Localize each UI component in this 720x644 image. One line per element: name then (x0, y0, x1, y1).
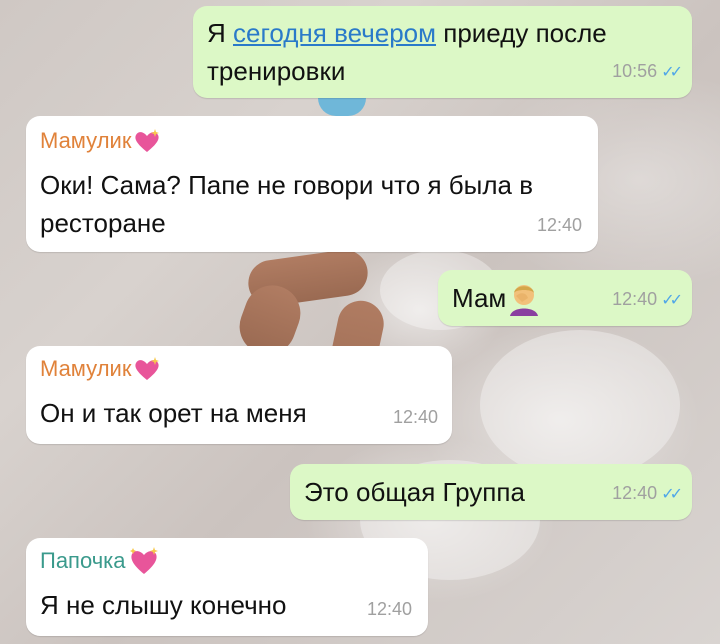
sender-name: Мамулик (40, 126, 161, 156)
message-time: 10:56 (612, 61, 658, 81)
message-time: 12:40 (366, 599, 412, 619)
message-text: Я не слышу конечно (40, 590, 287, 620)
read-ticks-icon: ✓✓ (661, 64, 683, 81)
read-ticks-icon: ✓✓ (661, 486, 683, 503)
face-palm-icon (506, 280, 542, 316)
message-text: Он и так орет на меня (40, 398, 307, 428)
sparkling-heart-icon (128, 546, 160, 576)
message-text: Мам (452, 279, 542, 317)
message-text: Оки! Сама? Папе не говори что я была в р… (40, 170, 534, 238)
incoming-message[interactable]: Мамулик Он и так орет на меня 12:40 (26, 346, 452, 444)
outgoing-message[interactable]: Это общая Группа 12:40 ✓✓ (290, 464, 692, 520)
message-time: 12:40 (612, 289, 658, 309)
message-text: Это общая Группа (304, 477, 525, 507)
message-meta: 12:40 ✓✓ (612, 280, 683, 320)
sparkling-heart-icon (133, 356, 161, 382)
sender-name: Папочка (40, 546, 160, 576)
message-time: 12:40 (612, 483, 658, 503)
message-time: 12:40 (536, 215, 582, 235)
message-meta: 10:56 ✓✓ (612, 52, 683, 92)
wallpaper-foam (480, 330, 680, 480)
sender-name: Мамулик (40, 354, 161, 384)
sparkling-heart-icon (133, 128, 161, 154)
message-text: Я сегодня вечером приеду после тренировк… (207, 18, 607, 86)
message-time: 12:40 (392, 407, 438, 427)
read-ticks-icon: ✓✓ (661, 292, 683, 309)
incoming-message[interactable]: Мамулик Оки! Сама? Папе не говори что я … (26, 116, 598, 252)
date-link[interactable]: сегодня вечером (233, 18, 436, 48)
outgoing-message[interactable]: Мам 12:40 ✓✓ (438, 270, 692, 326)
outgoing-message[interactable]: Я сегодня вечером приеду после тренировк… (193, 6, 692, 98)
message-meta: 12:40 ✓✓ (612, 474, 683, 514)
incoming-message[interactable]: Папочка Я не слышу конечно 12:40 (26, 538, 428, 636)
